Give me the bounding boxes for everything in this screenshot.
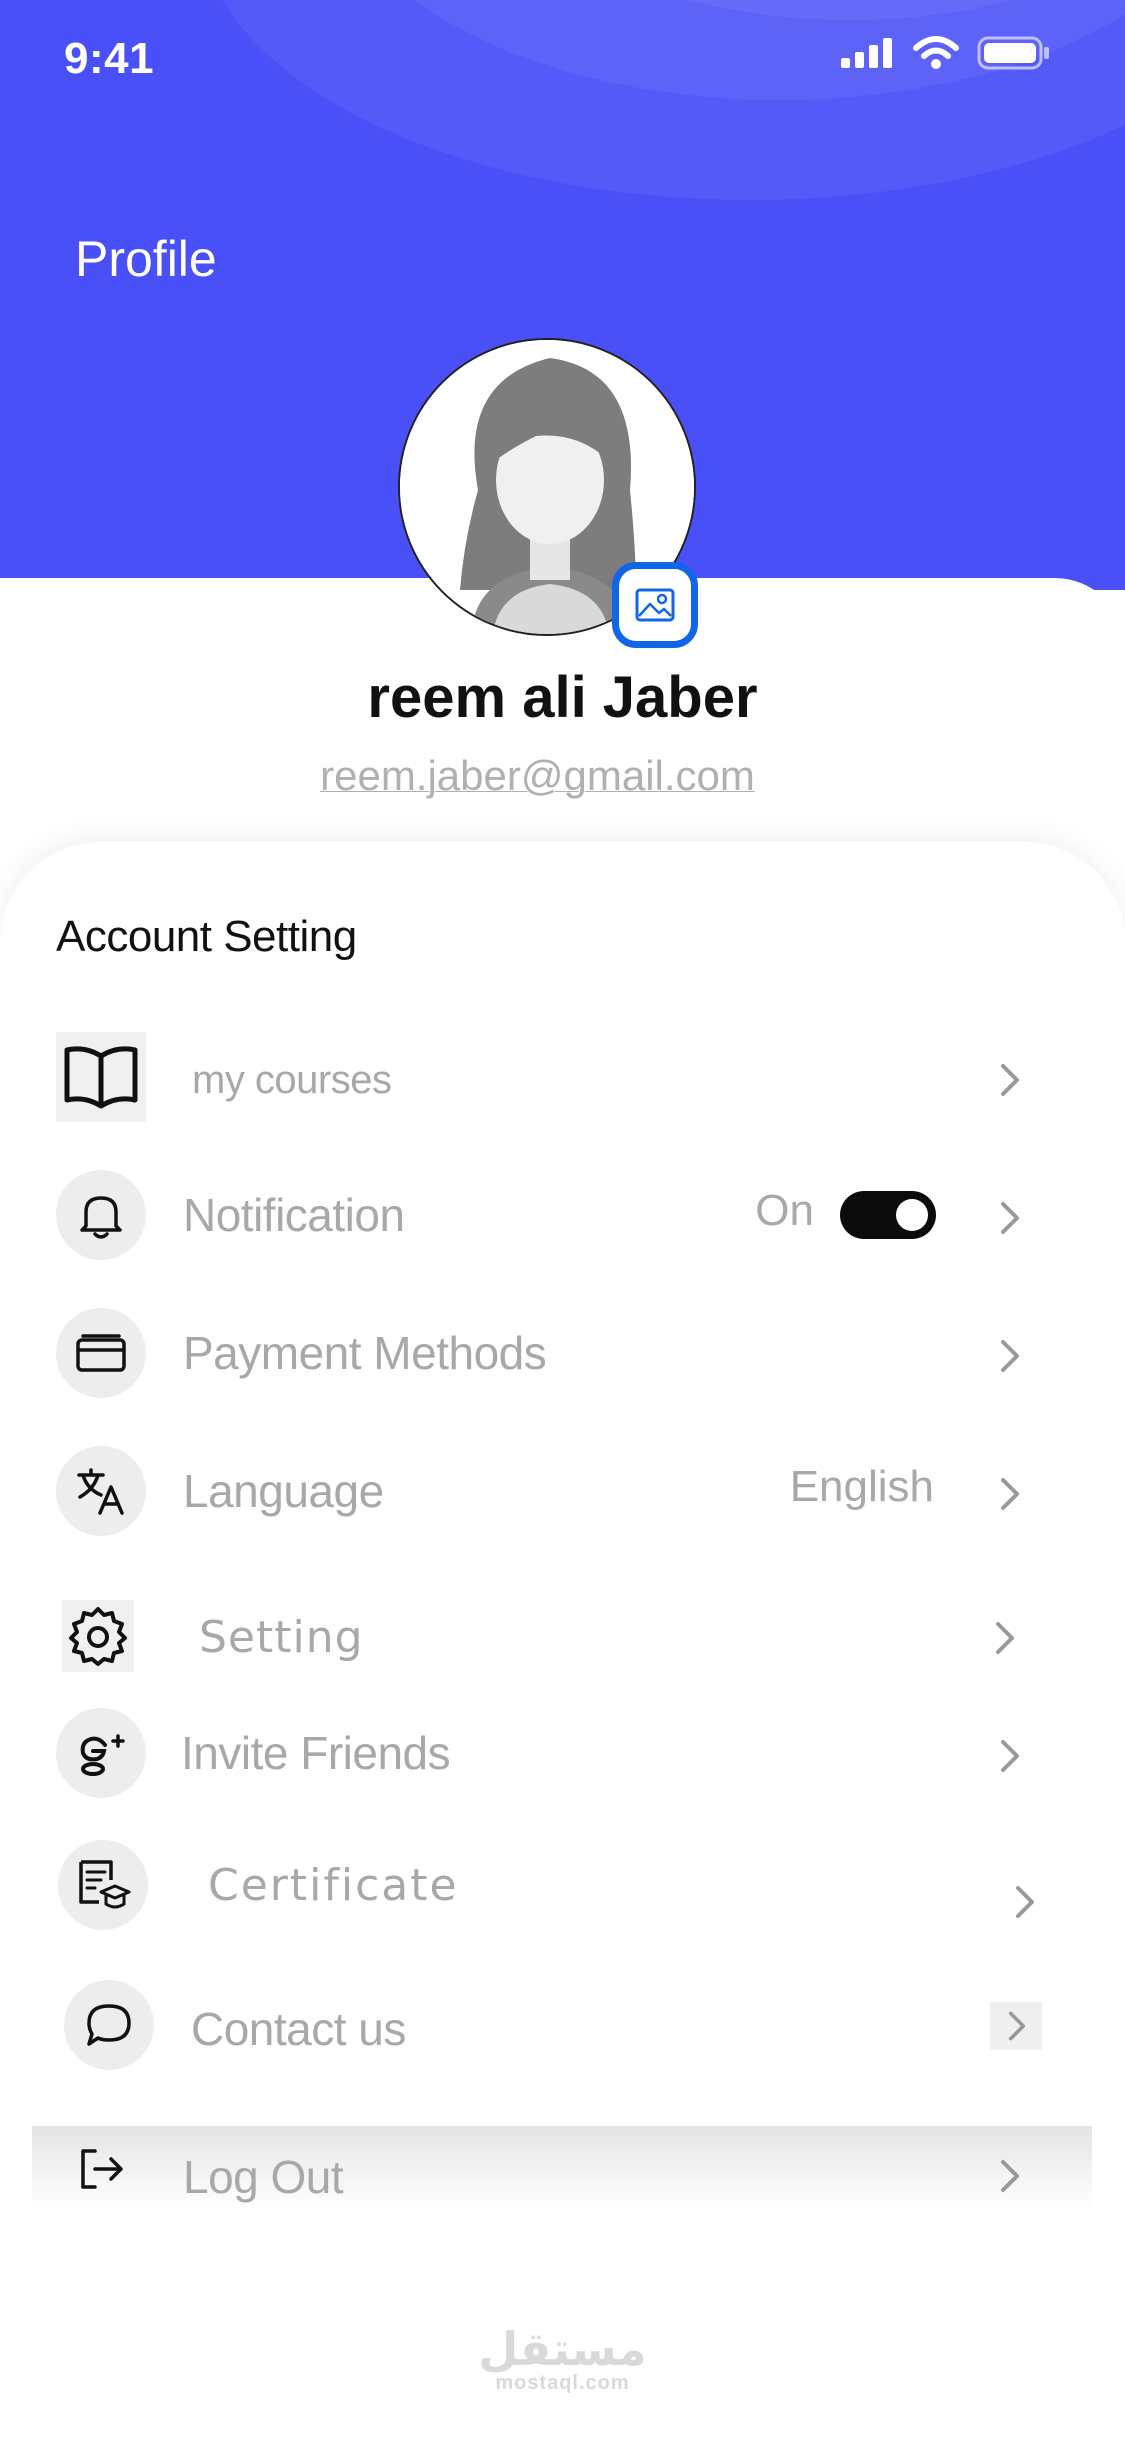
google-plus-icon [56,1708,146,1798]
menu-item-invite-friends[interactable]: Invite Friends [0,1706,1125,1802]
chevron-right-icon [1001,1340,1019,1372]
page-title: Profile [75,231,217,287]
menu-item-language[interactable]: Language English [0,1444,1125,1540]
certificate-icon [58,1840,148,1930]
watermark-latin: mostaql.com [495,2372,630,2394]
chevron-right-icon [1001,2160,1019,2192]
chevron-right-icon [1001,1740,1019,1772]
image-icon [635,588,675,622]
watermark-arabic: مستقل [478,2322,647,2376]
notification-toggle[interactable] [840,1191,936,1239]
menu-item-label: Language [183,1465,384,1517]
bell-icon [56,1170,146,1260]
chevron-right-icon [1016,1886,1034,1918]
chevron-right-icon [1008,2011,1026,2041]
chat-bubble-icon [64,1980,154,2070]
menu-item-notification[interactable]: Notification On [0,1168,1125,1264]
menu-item-payment-methods[interactable]: Payment Methods [0,1306,1125,1402]
menu-item-log-out[interactable]: Log Out [0,2122,1125,2218]
chevron-right-icon [1001,1202,1019,1234]
menu-item-label: Certificate [208,1860,459,1911]
menu-item-setting[interactable]: Setting [0,1588,1125,1684]
menu-item-label: Contact us [191,2003,406,2055]
battery-icon [977,36,1049,70]
credit-card-icon [56,1308,146,1398]
notification-status: On [755,1186,814,1235]
section-title: Account Setting [56,912,357,961]
user-name: reem ali Jaber [367,665,758,730]
watermark: مستقل mostaql.com [0,2322,1125,2395]
wifi-icon [913,36,959,69]
signal-icon [841,38,892,68]
menu-item-label: Notification [183,1189,405,1241]
menu-item-certificate[interactable]: Certificate [0,1838,1125,1934]
chevron-right-icon [996,1622,1014,1654]
user-email[interactable]: reem.jaber@gmail.com [0,752,1075,800]
menu-item-label: my courses [192,1058,392,1102]
menu-item-label: Log Out [183,2151,344,2203]
menu-item-contact-us[interactable]: Contact us [0,1978,1125,2074]
menu-item-label: Payment Methods [183,1327,547,1379]
logout-icon [56,2124,146,2214]
change-photo-button[interactable] [612,562,698,648]
language-value: English [789,1462,934,1511]
menu-item-my-courses[interactable]: my courses [0,1030,1125,1126]
status-bar: 9:41 [0,0,1125,120]
chevron-right-icon [1001,1478,1019,1510]
translate-icon [56,1446,146,1536]
book-icon [56,1032,146,1122]
status-icons [841,36,1051,70]
menu-item-label: Setting [199,1612,364,1663]
chevron-right-icon [1001,1064,1019,1096]
menu-item-label: Invite Friends [181,1727,451,1779]
chevron-box [990,2002,1042,2050]
toggle-knob [896,1199,928,1231]
status-time: 9:41 [64,34,155,83]
gear-icon [62,1600,134,1672]
